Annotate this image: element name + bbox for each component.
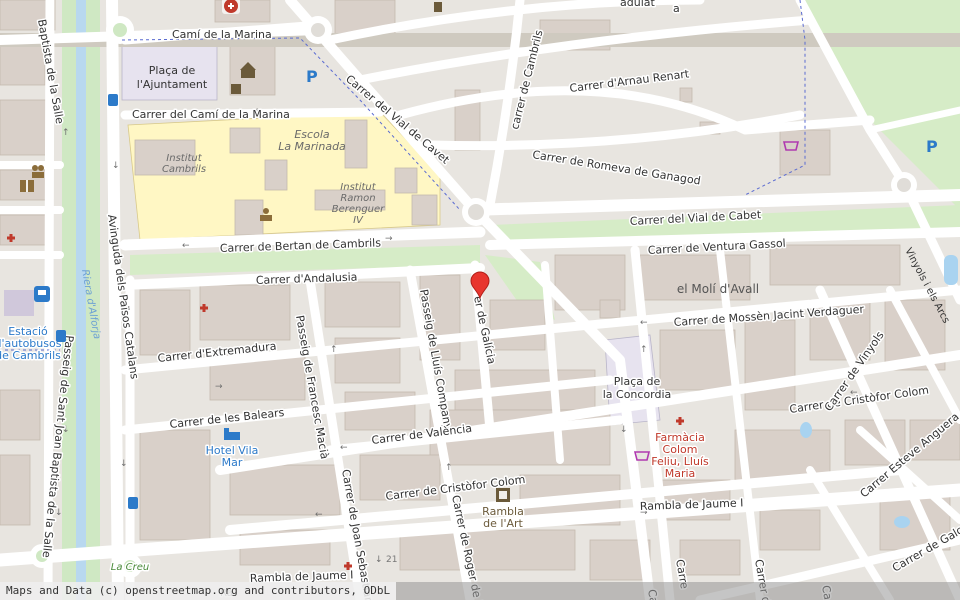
label-cami-marina-carrer: Carrer del Camí de la Marina bbox=[132, 108, 290, 121]
label-placa-ajuntament: Plaça de bbox=[149, 64, 196, 77]
attribution-text: Maps and Data (c) openstreetmap.org and … bbox=[0, 582, 397, 600]
svg-text:↓: ↓ bbox=[620, 425, 628, 435]
label-concordia-2: la Concordia bbox=[603, 388, 672, 401]
svg-text:←: ← bbox=[340, 443, 348, 453]
townhall-icon[interactable] bbox=[231, 84, 241, 94]
svg-text:←: ← bbox=[315, 510, 323, 520]
svg-text:↓: ↓ bbox=[375, 555, 383, 565]
svg-text:↑: ↑ bbox=[330, 345, 338, 355]
monument-icon[interactable] bbox=[434, 2, 442, 12]
label-estacio-3: de Cambrils bbox=[0, 349, 61, 362]
svg-text:↓: ↓ bbox=[112, 161, 120, 171]
label-hotel-2: Mar bbox=[222, 456, 243, 469]
label-institut-cambrils: Institut bbox=[166, 153, 202, 164]
label-la-creu: La Creu bbox=[111, 562, 149, 573]
label-farmacia-4: Maria bbox=[665, 467, 696, 480]
label-institut-ramon-3: Berenguer bbox=[332, 204, 385, 215]
svg-text:→: → bbox=[215, 382, 223, 392]
label-cami-marina: Camí de la Marina bbox=[172, 28, 272, 41]
bus-stop-icon[interactable] bbox=[108, 94, 118, 106]
map-canvas[interactable]: ↑↓↓ ↓↓ ←→← ←→← ←←← ←↓→ ↑↓↑ ↑ Camí de la … bbox=[0, 0, 960, 600]
label-frag-top1: adulat bbox=[620, 0, 655, 9]
cinema-icon[interactable] bbox=[496, 488, 510, 502]
hospital-icon[interactable] bbox=[222, 0, 240, 14]
bus-stop-icon[interactable] bbox=[128, 497, 138, 509]
water-pond bbox=[894, 516, 910, 528]
bus-station-icon[interactable] bbox=[4, 290, 34, 316]
label-escola-2: La Marinada bbox=[278, 140, 346, 153]
svg-text:→: → bbox=[385, 234, 393, 244]
water-pond bbox=[800, 422, 812, 438]
parking-icon[interactable]: P bbox=[306, 67, 318, 86]
svg-text:↑: ↑ bbox=[62, 128, 70, 138]
label-institut-ramon-2: Ramon bbox=[340, 193, 375, 204]
label-frag-top2: a bbox=[673, 2, 680, 15]
svg-text:←: ← bbox=[640, 318, 648, 328]
bus-stop-icon[interactable] bbox=[34, 286, 50, 302]
label-house-number: 21 bbox=[386, 555, 397, 565]
svg-text:↑: ↑ bbox=[640, 345, 648, 355]
label-institut-cambrils-2: Cambrils bbox=[162, 164, 206, 175]
svg-text:↓: ↓ bbox=[120, 459, 128, 469]
library-icon[interactable] bbox=[20, 180, 34, 192]
bus-stop-icon[interactable] bbox=[56, 330, 66, 342]
label-moli-avall: el Molí d'Avall bbox=[677, 282, 759, 296]
water-pond bbox=[944, 255, 958, 285]
label-rambla-art-2: de l'Art bbox=[483, 517, 523, 530]
label-placa-ajuntament-2: l'Ajuntament bbox=[137, 78, 208, 91]
svg-text:↑: ↑ bbox=[445, 463, 453, 473]
label-concordia: Plaça de bbox=[614, 375, 661, 388]
label-institut-ramon: Institut bbox=[340, 182, 376, 193]
parking-icon[interactable]: P bbox=[926, 137, 938, 156]
label-institut-ramon-4: IV bbox=[353, 215, 364, 226]
svg-text:←: ← bbox=[182, 241, 190, 251]
